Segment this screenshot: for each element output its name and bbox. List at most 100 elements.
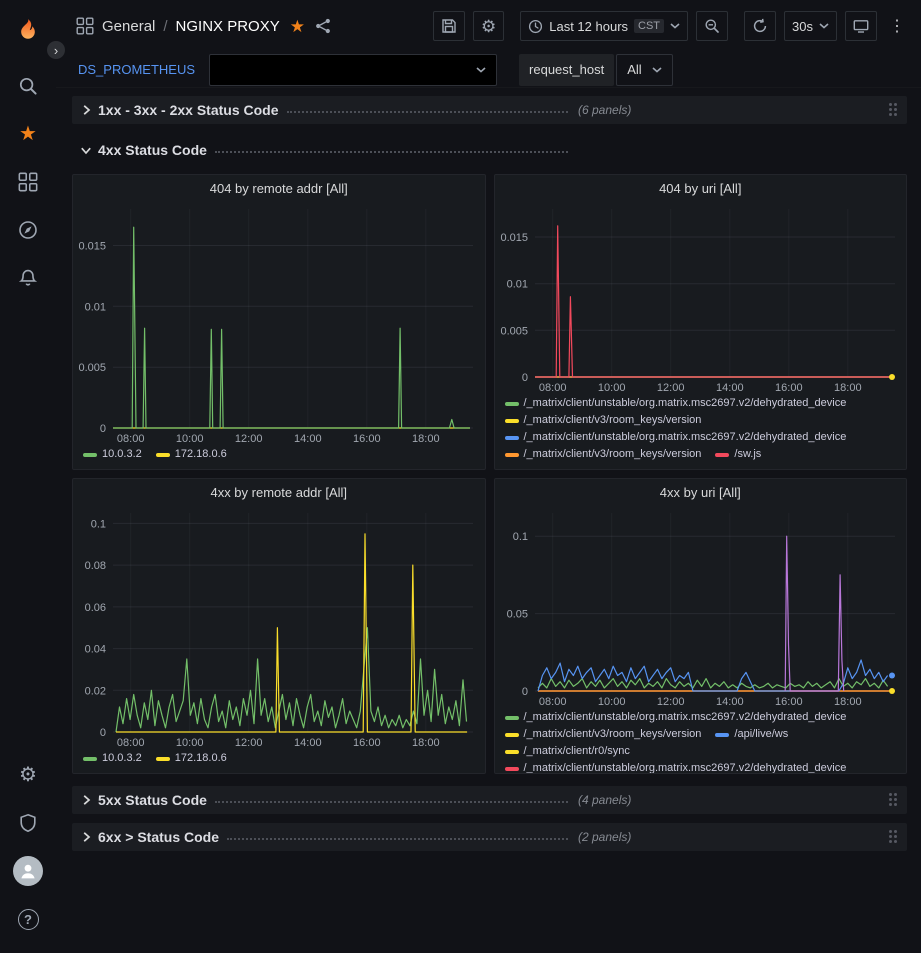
svg-text:0: 0 xyxy=(521,372,527,384)
datasource-variable-label: DS_PROMETHEUS xyxy=(74,54,199,86)
refresh-icon xyxy=(752,18,768,34)
starred-icon[interactable]: ★ xyxy=(8,114,48,154)
chart-canvas[interactable]: 00.0050.010.01508:0010:0012:0014:0016:00… xyxy=(495,201,907,395)
row-5xx-status-code[interactable]: 5xx Status Code (4 panels) xyxy=(72,786,907,814)
search-icon[interactable] xyxy=(8,66,48,106)
legend-item[interactable]: /_matrix/client/unstable/org.matrix.msc2… xyxy=(505,762,847,773)
legend-item[interactable]: /api/live/ws xyxy=(715,728,788,741)
chart-4xx-by-remote-addr[interactable]: 00.020.040.060.080.108:0010:0012:0014:00… xyxy=(73,505,485,750)
chart-4xx-by-uri[interactable]: 00.050.108:0010:0012:0014:0016:0018:00 xyxy=(495,505,907,709)
legend-item[interactable]: /_matrix/client/v3/room_keys/version xyxy=(505,448,702,461)
chart-legend: 10.0.3.2 172.18.0.6 xyxy=(73,750,485,773)
dashboards-icon[interactable] xyxy=(8,162,48,202)
avatar xyxy=(13,856,43,886)
panel-404-by-uri: 404 by uri [All] 00.0050.010.01508:0010:… xyxy=(494,174,908,470)
clock-icon xyxy=(528,19,543,34)
breadcrumb-separator: / xyxy=(163,18,167,35)
kebab-menu-icon[interactable]: ⋮ xyxy=(885,16,909,36)
svg-text:0.04: 0.04 xyxy=(85,644,106,656)
chart-legend: 10.0.3.2 172.18.0.6 xyxy=(73,446,485,469)
panel-title[interactable]: 404 by uri [All] xyxy=(495,175,907,201)
sidebar-expand-button[interactable]: › xyxy=(47,41,65,59)
time-range-label: Last 12 hours xyxy=(549,19,628,34)
svg-text:18:00: 18:00 xyxy=(412,737,440,749)
refresh-interval-label: 30s xyxy=(792,19,813,34)
request-host-variable-value: All xyxy=(627,62,641,77)
svg-text:0.1: 0.1 xyxy=(512,531,527,543)
legend-item[interactable]: /_matrix/client/v3/room_keys/version xyxy=(505,728,702,741)
dotted-leader xyxy=(287,111,568,113)
share-icon[interactable] xyxy=(315,18,331,34)
save-dashboard-button[interactable] xyxy=(433,11,465,41)
refresh-button[interactable] xyxy=(744,11,776,41)
row-panel-count: (4 panels) xyxy=(578,793,631,807)
chevron-right-icon xyxy=(80,104,92,116)
refresh-interval-picker[interactable]: 30s xyxy=(784,11,837,41)
chart-canvas[interactable]: 00.020.040.060.080.108:0010:0012:0014:00… xyxy=(73,505,485,750)
svg-text:0.05: 0.05 xyxy=(506,609,527,621)
dotted-leader xyxy=(215,151,568,153)
legend-item[interactable]: /sw.js xyxy=(715,448,761,461)
toolbar: ⚙ Last 12 hours CST 30s xyxy=(433,11,909,41)
help-icon[interactable]: ? xyxy=(8,899,48,939)
legend-item[interactable]: /_matrix/client/unstable/org.matrix.msc2… xyxy=(505,711,847,724)
chart-legend: /_matrix/client/unstable/org.matrix.msc2… xyxy=(495,395,907,469)
explore-compass-icon[interactable] xyxy=(8,210,48,250)
row-drag-handle[interactable] xyxy=(889,793,899,808)
legend-item[interactable]: 10.0.3.2 xyxy=(83,752,142,765)
breadcrumb-title[interactable]: NGINX PROXY xyxy=(176,18,280,35)
main-area: General / NGINX PROXY ★ ⚙ Last 12 hours … xyxy=(56,0,921,953)
dashboard-settings-button[interactable]: ⚙ xyxy=(473,11,504,41)
alerting-bell-icon[interactable] xyxy=(8,258,48,298)
svg-text:16:00: 16:00 xyxy=(353,737,381,749)
legend-item[interactable]: /_matrix/client/v3/room_keys/version xyxy=(505,414,702,427)
panel-title[interactable]: 4xx by uri [All] xyxy=(495,479,907,505)
row-4xx-status-code[interactable]: 4xx Status Code xyxy=(72,136,907,164)
user-avatar[interactable] xyxy=(8,851,48,891)
chart-404-by-remote-addr[interactable]: 00.0050.010.01508:0010:0012:0014:0016:00… xyxy=(73,201,485,446)
request-host-variable-select[interactable]: All xyxy=(616,54,672,86)
panel-title[interactable]: 404 by remote addr [All] xyxy=(73,175,485,201)
chart-legend: /_matrix/client/unstable/org.matrix.msc2… xyxy=(495,709,907,773)
row-drag-handle[interactable] xyxy=(889,830,899,845)
panel-title[interactable]: 4xx by remote addr [All] xyxy=(73,479,485,505)
save-icon xyxy=(441,18,457,34)
legend-item[interactable]: 172.18.0.6 xyxy=(156,448,227,461)
sidebar: › ★ ⚙ ? xyxy=(0,0,56,953)
dotted-leader xyxy=(215,801,568,803)
legend-item[interactable]: /_matrix/client/unstable/org.matrix.msc2… xyxy=(505,431,847,444)
svg-text:0.015: 0.015 xyxy=(78,241,106,253)
settings-gear-icon[interactable]: ⚙ xyxy=(8,755,48,795)
svg-text:0.01: 0.01 xyxy=(506,279,527,291)
row-6xx-status-code[interactable]: 6xx > Status Code (2 panels) xyxy=(72,823,907,851)
chevron-right-icon xyxy=(80,831,92,843)
svg-text:12:00: 12:00 xyxy=(656,696,684,708)
chart-404-by-uri[interactable]: 00.0050.010.01508:0010:0012:0014:0016:00… xyxy=(495,201,907,395)
svg-text:10:00: 10:00 xyxy=(597,382,625,394)
svg-text:18:00: 18:00 xyxy=(834,696,862,708)
legend-item[interactable]: 10.0.3.2 xyxy=(83,448,142,461)
favorite-star-icon[interactable]: ★ xyxy=(290,18,305,35)
svg-text:14:00: 14:00 xyxy=(294,433,322,445)
svg-text:10:00: 10:00 xyxy=(597,696,625,708)
svg-text:12:00: 12:00 xyxy=(235,433,263,445)
zoom-out-button[interactable] xyxy=(696,11,728,41)
legend-item[interactable]: /_matrix/client/r0/sync xyxy=(505,745,630,758)
row-drag-handle[interactable] xyxy=(889,103,899,118)
svg-text:16:00: 16:00 xyxy=(775,382,803,394)
legend-item[interactable]: /_matrix/client/unstable/org.matrix.msc2… xyxy=(505,397,847,410)
grafana-logo[interactable] xyxy=(8,12,48,52)
tv-mode-button[interactable] xyxy=(845,11,877,41)
svg-text:14:00: 14:00 xyxy=(294,737,322,749)
chart-canvas[interactable]: 00.0050.010.01508:0010:0012:0014:0016:00… xyxy=(73,201,485,446)
row-1xx-3xx-2xx-status-code[interactable]: 1xx - 3xx - 2xx Status Code (6 panels) xyxy=(72,96,907,124)
dashboard-canvas: 1xx - 3xx - 2xx Status Code (6 panels) 4… xyxy=(56,88,921,953)
datasource-variable-select[interactable] xyxy=(209,54,497,86)
legend-item[interactable]: 172.18.0.6 xyxy=(156,752,227,765)
monitor-icon xyxy=(853,18,869,34)
chart-canvas[interactable]: 00.050.108:0010:0012:0014:0016:0018:00 xyxy=(495,505,907,709)
admin-shield-icon[interactable] xyxy=(8,803,48,843)
breadcrumb-section[interactable]: General xyxy=(102,18,155,35)
time-range-picker[interactable]: Last 12 hours CST xyxy=(520,11,688,41)
svg-text:10:00: 10:00 xyxy=(176,737,204,749)
